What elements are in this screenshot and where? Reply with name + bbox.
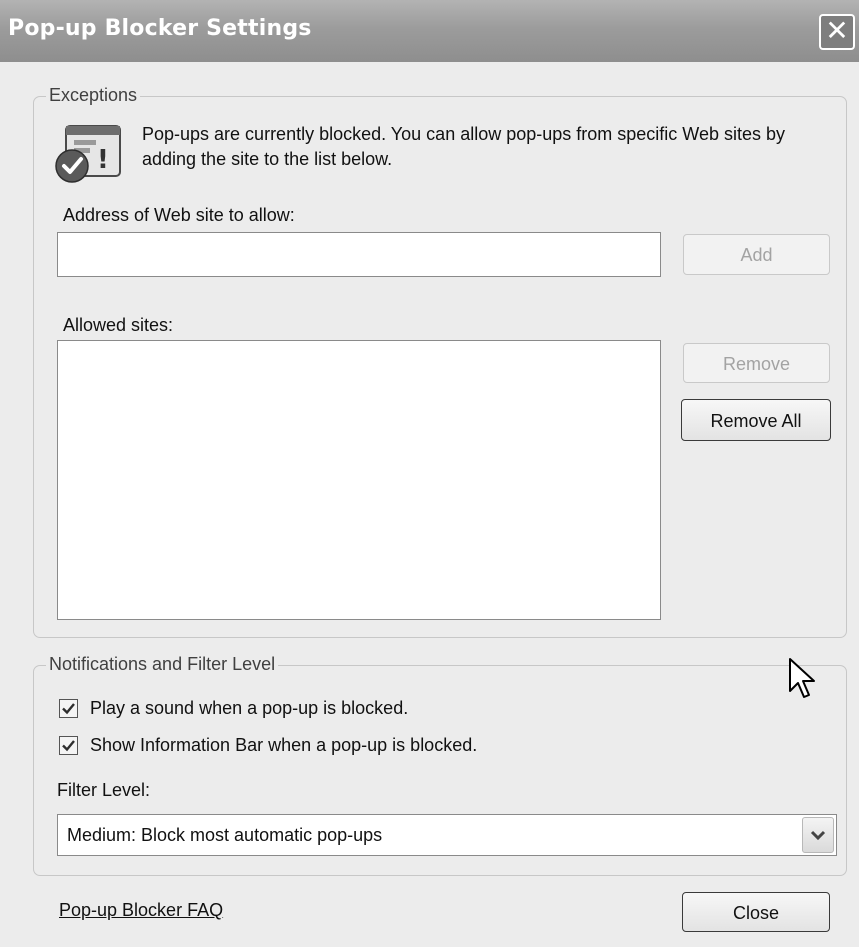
window-close-button[interactable]: ✕ <box>819 14 855 50</box>
notifications-legend: Notifications and Filter Level <box>46 654 279 675</box>
exceptions-legend: Exceptions <box>46 85 141 106</box>
dropdown-button[interactable] <box>802 817 834 853</box>
add-button[interactable]: Add <box>683 234 830 275</box>
remove-all-button[interactable]: Remove All <box>681 399 831 441</box>
address-label: Address of Web site to allow: <box>63 205 295 225</box>
show-info-bar-label: Show Information Bar when a pop-up is bl… <box>90 735 478 755</box>
close-button-label: Close <box>732 903 780 923</box>
filter-level-label: Filter Level: <box>57 780 151 800</box>
play-sound-checkbox[interactable] <box>59 699 78 718</box>
checkmark-icon <box>62 740 75 752</box>
remove-all-button-label: Remove All <box>710 411 802 431</box>
title-bar: Pop-up Blocker Settings ✕ <box>0 0 859 62</box>
allowed-sites-label: Allowed sites: <box>63 315 174 335</box>
show-info-bar-checkbox[interactable] <box>59 736 78 755</box>
filter-level-value: Medium: Block most automatic pop-ups <box>67 825 383 845</box>
checkmark-icon <box>62 703 75 715</box>
mouse-cursor-icon <box>789 658 815 698</box>
chevron-down-icon <box>810 830 826 841</box>
blocked-info-text: Pop-ups are currently blocked. You can a… <box>142 124 785 169</box>
filter-level-select[interactable]: Medium: Block most automatic pop-ups <box>57 814 837 856</box>
play-sound-label: Play a sound when a pop-up is blocked. <box>90 698 409 718</box>
allowed-sites-list[interactable] <box>57 340 661 620</box>
close-icon: ✕ <box>825 14 849 47</box>
info-window-icon: ! <box>55 125 121 183</box>
window-title: Pop-up Blocker Settings <box>8 16 312 41</box>
address-input[interactable] <box>57 232 661 277</box>
remove-button-label: Remove <box>722 354 791 374</box>
add-button-label: Add <box>740 245 773 265</box>
svg-text:!: ! <box>97 145 109 175</box>
close-button[interactable]: Close <box>682 892 830 932</box>
remove-button[interactable]: Remove <box>683 343 830 383</box>
faq-link[interactable]: Pop-up Blocker FAQ <box>59 900 223 921</box>
